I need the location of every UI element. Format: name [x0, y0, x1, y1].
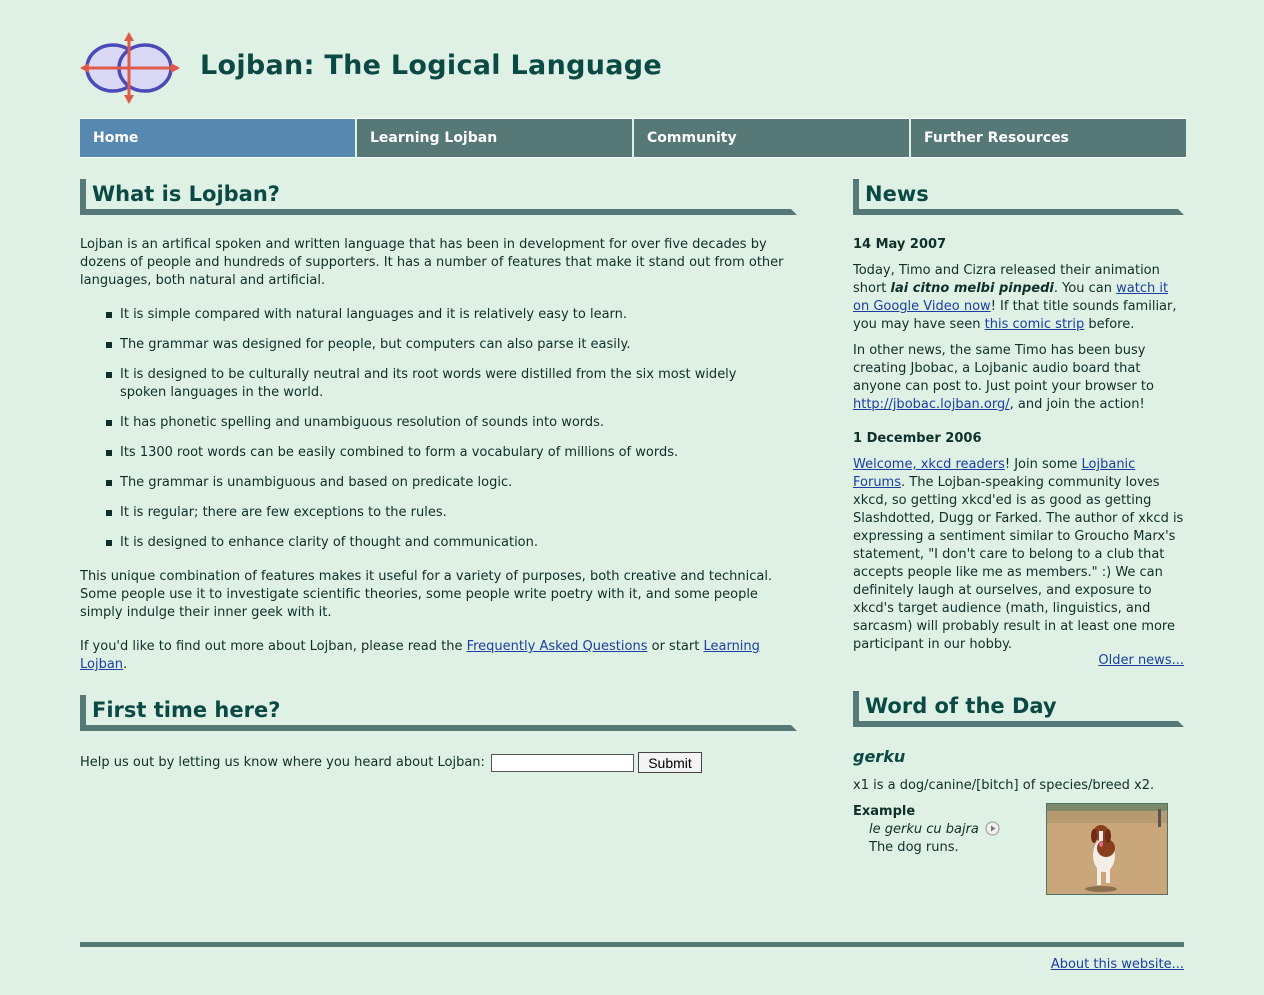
- referral-form: Help us out by letting us know where you…: [80, 752, 702, 773]
- list-item: Its 1300 root words can be easily combin…: [80, 444, 780, 462]
- submit-button[interactable]: Submit: [638, 752, 702, 773]
- list-item: It is regular; there are few exceptions …: [80, 504, 780, 522]
- older-news-link[interactable]: Older news...: [1098, 653, 1184, 668]
- animation-title: lai citno melbi pinpedi: [890, 281, 1054, 296]
- list-item: It has phonetic spelling and unambiguous…: [80, 414, 780, 432]
- example-label: Example: [853, 804, 916, 819]
- heading-underline: [853, 721, 1184, 727]
- play-audio-icon[interactable]: [985, 821, 1000, 836]
- nav-item-community[interactable]: Community: [634, 118, 909, 158]
- feature-list: It is simple compared with natural langu…: [80, 306, 780, 552]
- find-out-more-text: or start: [647, 639, 704, 654]
- main-nav: Home Learning Lojban Community Further R…: [80, 118, 1186, 158]
- heading-text: First time here?: [92, 698, 281, 722]
- section-heading-news: News: [853, 179, 1184, 217]
- lojban-logo-icon[interactable]: [80, 32, 180, 104]
- example-lojban-row: le gerku cu bajra: [869, 821, 1000, 839]
- nav-item-further-resources[interactable]: Further Resources: [911, 118, 1186, 158]
- site-title: Lojban: The Logical Language: [200, 50, 662, 81]
- find-out-more-text: .: [123, 657, 128, 672]
- find-out-more-paragraph: If you'd like to find out more about Loj…: [80, 638, 770, 674]
- intro-paragraph: Lojban is an artifical spoken and writte…: [80, 237, 784, 288]
- referral-prompt: Help us out by letting us know where you…: [80, 755, 485, 770]
- footer: About this website...: [80, 956, 1184, 974]
- nav-item-home[interactable]: Home: [80, 118, 355, 158]
- heading-underline: [80, 725, 797, 731]
- heading-underline: [80, 209, 797, 215]
- comic-strip-link[interactable]: this comic strip: [985, 317, 1085, 332]
- xkcd-readers-link[interactable]: Welcome, xkcd readers: [853, 457, 1005, 472]
- section-heading-first-time: First time here?: [80, 695, 797, 733]
- site-header: Lojban: The Logical Language: [80, 30, 1184, 104]
- list-item: It is simple compared with natural langu…: [80, 306, 780, 324]
- news-text: In other news, the same Timo has been bu…: [853, 343, 1154, 394]
- heading-text: Word of the Day: [865, 694, 1057, 718]
- news-paragraph: Today, Timo and Cizra released their ani…: [853, 262, 1184, 334]
- faq-link[interactable]: Frequently Asked Questions: [467, 639, 648, 654]
- news-text: , and join the action!: [1009, 397, 1145, 412]
- dog-photo: [1046, 803, 1168, 895]
- news-text: before.: [1084, 317, 1135, 332]
- combination-paragraph: This unique combination of features make…: [80, 569, 773, 620]
- heading-text: News: [865, 182, 929, 206]
- list-item: The grammar is unambiguous and based on …: [80, 474, 780, 492]
- example-lojban: le gerku cu bajra: [869, 822, 979, 837]
- older-news-row: Older news...: [853, 652, 1184, 670]
- word-of-the-day: gerku: [853, 747, 906, 766]
- list-item: It is designed to enhance clarity of tho…: [80, 534, 780, 552]
- example-english: The dog runs.: [869, 840, 959, 855]
- heading-text: What is Lojban?: [92, 182, 280, 206]
- find-out-more-text: If you'd like to find out more about Loj…: [80, 639, 467, 654]
- news-text: . The Lojban-speaking community loves xk…: [853, 475, 1184, 652]
- footer-divider: [80, 942, 1184, 947]
- referral-input[interactable]: [491, 753, 635, 772]
- nav-item-learning-lojban[interactable]: Learning Lojban: [357, 118, 632, 158]
- word-definition: x1 is a dog/canine/[bitch] of species/br…: [853, 778, 1155, 793]
- about-website-link[interactable]: About this website...: [1051, 957, 1184, 972]
- heading-underline: [853, 209, 1184, 215]
- news-paragraph: Welcome, xkcd readers! Join some Lojbani…: [853, 456, 1184, 654]
- news-text: ! Join some: [1004, 457, 1082, 472]
- news-text: . You can: [1053, 281, 1117, 296]
- list-item: It is designed to be culturally neutral …: [80, 366, 780, 402]
- news-date: 14 May 2007: [853, 237, 947, 252]
- news-date: 1 December 2006: [853, 431, 982, 446]
- list-item: The grammar was designed for people, but…: [80, 336, 780, 354]
- section-heading-word-of-the-day: Word of the Day: [853, 691, 1184, 729]
- section-heading-what-is-lojban: What is Lojban?: [80, 179, 797, 217]
- news-paragraph: In other news, the same Timo has been bu…: [853, 342, 1173, 414]
- jbobac-link[interactable]: http://jbobac.lojban.org/: [853, 397, 1010, 412]
